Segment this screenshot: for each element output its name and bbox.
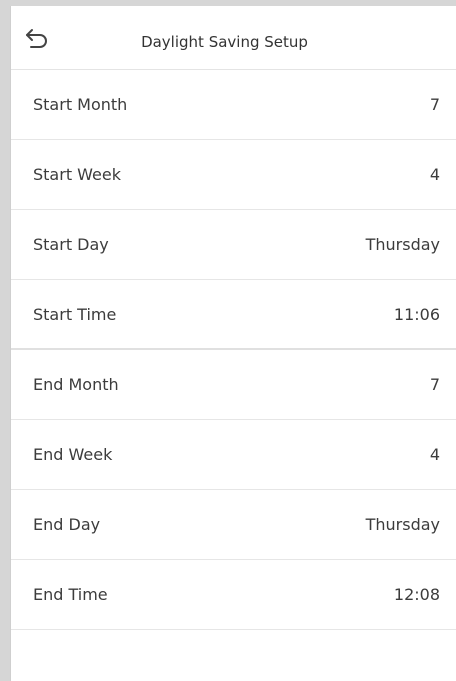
settings-list: Start Month 7 Start Week 4 Start Day Thu… xyxy=(11,70,456,630)
setting-row-start-day[interactable]: Start Day Thursday xyxy=(11,210,456,280)
setting-row-end-time[interactable]: End Time 12:08 xyxy=(11,560,456,630)
setting-label: End Time xyxy=(33,585,108,604)
setting-row-end-month[interactable]: End Month 7 xyxy=(11,350,456,420)
setting-value: Thursday xyxy=(365,235,440,254)
setting-value: Thursday xyxy=(365,515,440,534)
setting-row-start-month[interactable]: Start Month 7 xyxy=(11,70,456,140)
setting-value: 11:06 xyxy=(393,305,440,324)
page-title: Daylight Saving Setup xyxy=(141,33,308,51)
setting-row-end-week[interactable]: End Week 4 xyxy=(11,420,456,490)
setting-row-start-week[interactable]: Start Week 4 xyxy=(11,140,456,210)
setting-label: End Week xyxy=(33,445,113,464)
setting-row-end-day[interactable]: End Day Thursday xyxy=(11,490,456,560)
setting-value: 12:08 xyxy=(393,585,440,604)
setting-label: End Day xyxy=(33,515,101,534)
setting-label: End Month xyxy=(33,375,119,394)
setting-value: 4 xyxy=(429,165,440,184)
header-bar: Daylight Saving Setup xyxy=(11,6,456,70)
setting-label: Start Day xyxy=(33,235,109,254)
setting-value: 4 xyxy=(429,445,440,464)
setting-value: 7 xyxy=(429,95,440,114)
setting-label: Start Time xyxy=(33,305,117,324)
setting-row-start-time[interactable]: Start Time 11:06 xyxy=(11,280,456,350)
daylight-saving-screen: Daylight Saving Setup Start Month 7 Star… xyxy=(10,6,456,681)
setting-label: Start Week xyxy=(33,165,122,184)
setting-label: Start Month xyxy=(33,95,128,114)
setting-value: 7 xyxy=(429,375,440,394)
